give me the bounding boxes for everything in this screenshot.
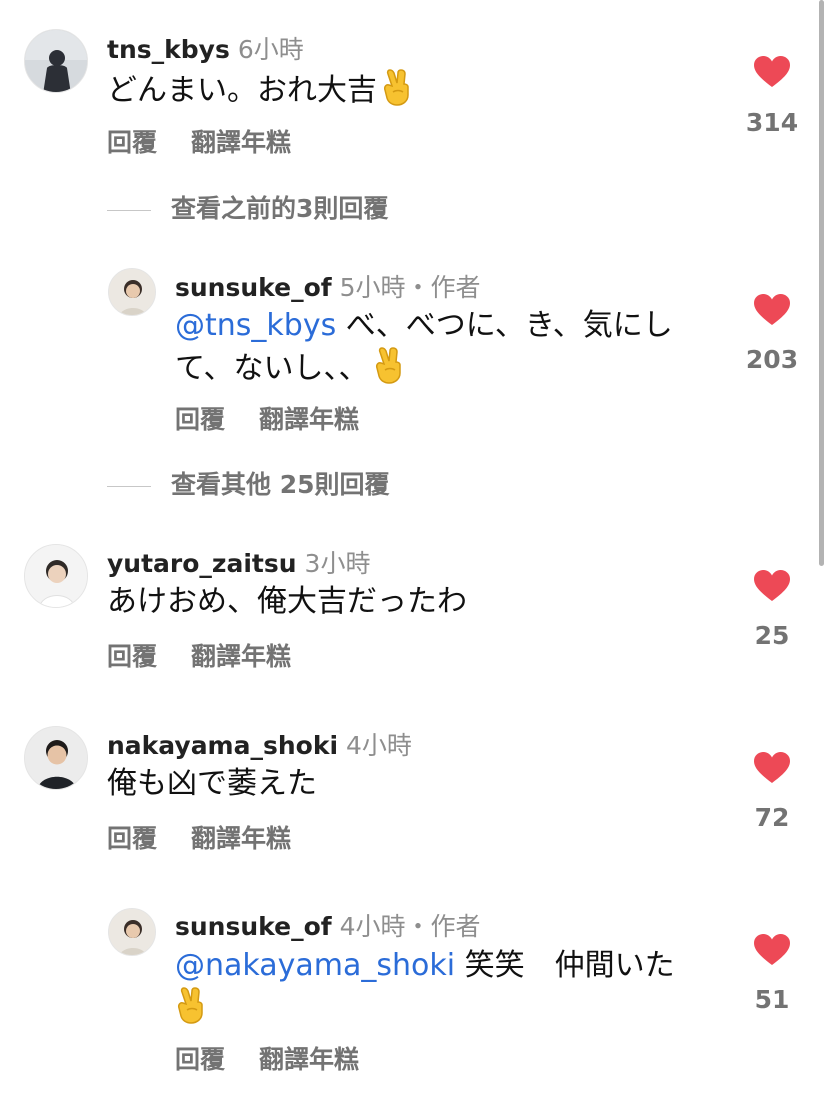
comment-text: @tns_kbys べ、べつに、き、気にし [175,306,673,346]
comment-header: sunsuke_of 5小時・作者 [175,268,481,304]
comment-text-content: て、ないし、、 [175,351,369,386]
like-count: 25 [754,621,790,650]
comment-text: どんまい。おれ大吉 [107,68,413,111]
heart-icon[interactable] [754,570,790,602]
username[interactable]: yutaro_zaitsu [107,549,297,578]
timestamp: 4小時 [346,731,412,760]
heart-icon[interactable] [754,294,790,326]
translate-button[interactable]: 翻譯年糕 [259,405,359,434]
comment-text: あけおめ、俺大吉だったわ [107,584,467,619]
translate-button[interactable]: 翻譯年糕 [191,824,291,853]
author-tag: ・作者 [405,912,481,941]
comment-header: nakayama_shoki 4小時 [107,726,412,762]
reply-button[interactable]: 回覆 [107,642,157,671]
translate-button[interactable]: 翻譯年糕 [191,642,291,671]
username[interactable]: nakayama_shoki [107,731,338,760]
view-previous-replies[interactable]: 查看之前的3則回覆 [107,189,388,225]
like-count: 51 [754,985,790,1014]
avatar[interactable] [24,726,88,790]
view-previous-label: 查看之前的3則回覆 [171,194,389,223]
like-count: 72 [754,803,790,832]
victory-hand-emoji [373,346,405,384]
divider [107,485,151,487]
avatar[interactable] [24,29,88,93]
avatar[interactable] [108,908,156,956]
heart-icon[interactable] [754,934,790,966]
username[interactable]: tns_kbys [107,35,230,64]
comment-text: 俺も凶で萎えた [107,766,317,801]
translate-button[interactable]: 翻譯年糕 [259,1045,359,1074]
comment-actions: 回覆 翻譯年糕 [107,819,325,855]
victory-hand-emoji [175,986,207,1024]
scrollbar[interactable] [819,0,824,566]
translate-button[interactable]: 翻譯年糕 [191,128,291,157]
avatar[interactable] [108,268,156,316]
comment-actions: 回覆 翻譯年糕 [107,637,325,673]
comment-actions: 回覆 翻譯年糕 [175,1040,393,1076]
comment-text-content: どんまい。おれ大吉 [107,73,377,108]
reply-button[interactable]: 回覆 [175,1045,225,1074]
timestamp: 3小時 [304,549,371,578]
timestamp: 4小時 [339,912,406,941]
author-tag: ・作者 [405,273,481,302]
comment-text: @nakayama_shoki 笑笑 仲間いた [175,946,675,986]
like-count: 314 [745,108,799,137]
view-more-replies[interactable]: 查看其他 25則回覆 [107,465,390,501]
timestamp: 5小時 [339,273,406,302]
divider [107,209,151,211]
username[interactable]: sunsuke_of [175,912,332,941]
heart-icon[interactable] [754,752,790,784]
timestamp: 6小時 [237,35,304,64]
comment-header: yutaro_zaitsu 3小時 [107,544,370,580]
comment-actions: 回覆 翻譯年糕 [107,123,325,159]
mention-link[interactable]: @nakayama_shoki [175,948,455,983]
reply-button[interactable]: 回覆 [175,405,225,434]
mention-link[interactable]: @tns_kbys [175,308,336,343]
reply-button[interactable]: 回覆 [107,128,157,157]
comment-actions: 回覆 翻譯年糕 [175,400,393,436]
view-more-label: 查看其他 25則回覆 [171,470,390,499]
comment-text-content: 笑笑 仲間いた [455,948,675,983]
comment-text-content: べ、べつに、き、気にし [336,308,673,343]
comment-text [175,986,207,1029]
comment-text: て、ないし、、 [175,346,405,389]
like-count: 203 [745,345,799,374]
heart-icon[interactable] [754,56,790,88]
reply-button[interactable]: 回覆 [107,824,157,853]
avatar[interactable] [24,544,88,608]
victory-hand-emoji [381,68,413,106]
comment-header: tns_kbys 6小時 [107,30,304,66]
comment-header: sunsuke_of 4小時・作者 [175,907,481,943]
username[interactable]: sunsuke_of [175,273,332,302]
